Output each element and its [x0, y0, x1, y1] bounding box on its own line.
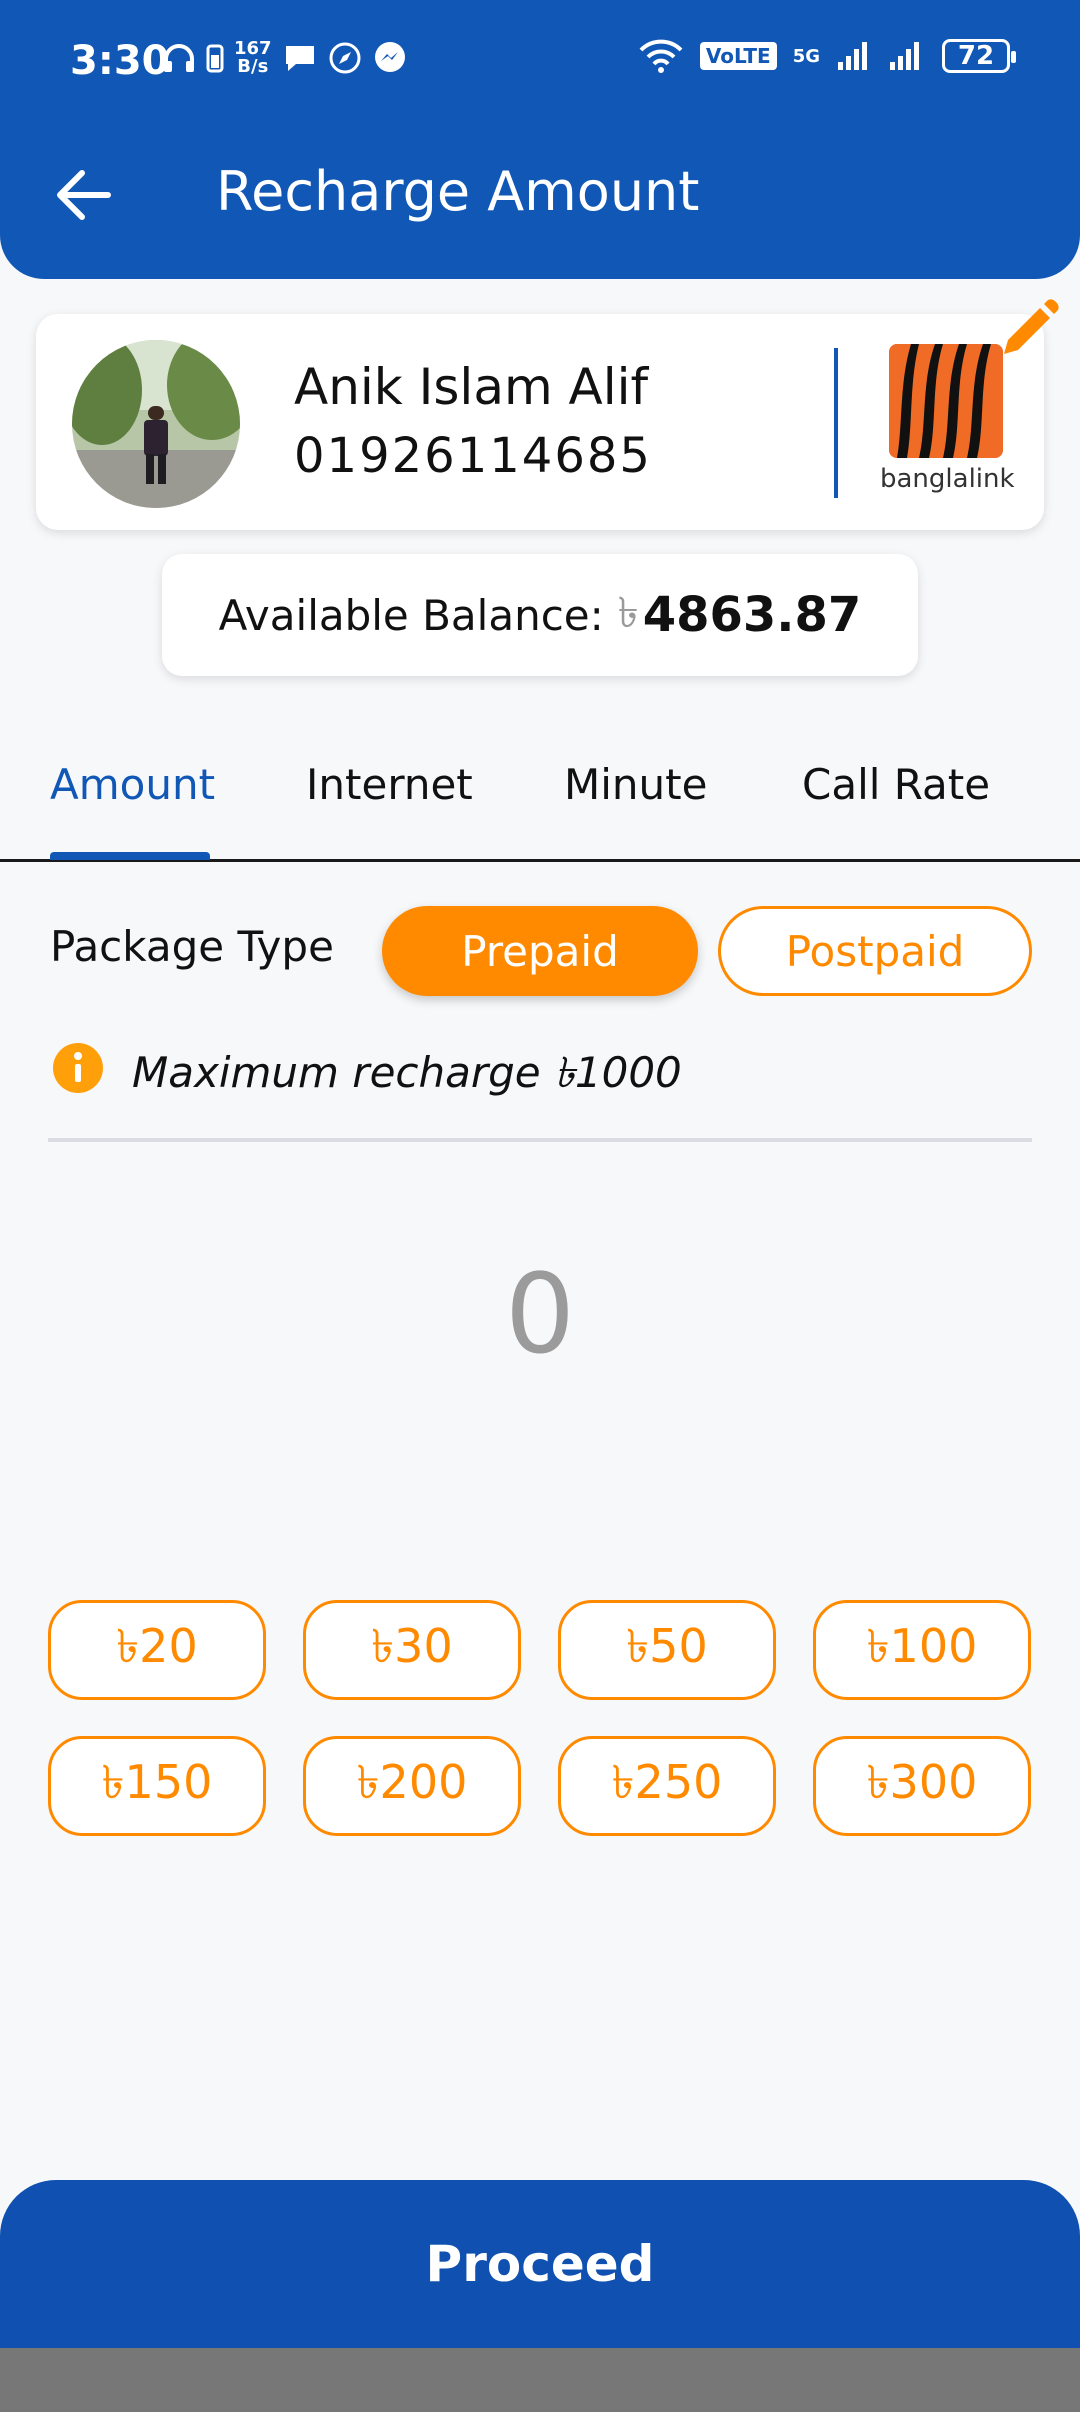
balance-amount: 4863.87: [642, 587, 862, 643]
tab-amount[interactable]: Amount: [50, 760, 215, 809]
messenger-icon: [374, 42, 405, 72]
edit-pencil-icon[interactable]: [996, 296, 1062, 362]
quick-amount-20[interactable]: ৳20: [48, 1600, 266, 1700]
balance-card: Available Balance: ৳ 4863.87: [162, 554, 918, 676]
quick-amount-100[interactable]: ৳100: [813, 1600, 1031, 1700]
tab-call-rate[interactable]: Call Rate: [802, 760, 990, 809]
system-nav-bar: [0, 2348, 1080, 2412]
chat-icon: [285, 46, 314, 71]
net-speed: 167 B/s: [234, 40, 272, 76]
volte-badge: VoLTE: [699, 42, 777, 70]
operator-name: banglalink: [880, 464, 1015, 494]
network-type: 5G: [792, 45, 820, 67]
package-type-label: Package Type: [50, 922, 334, 971]
battery-small-icon: [206, 44, 224, 73]
net-speed-unit: B/s: [237, 56, 269, 77]
battery-indicator: 72: [942, 39, 1016, 73]
quick-amount-300[interactable]: ৳300: [813, 1736, 1031, 1836]
contact-name: Anik Islam Alif: [294, 358, 649, 416]
quick-amount-30[interactable]: ৳30: [303, 1600, 521, 1700]
info-icon: [53, 1043, 103, 1093]
avatar: [72, 340, 240, 508]
signal-2-icon: [890, 42, 919, 70]
tab-minute[interactable]: Minute: [564, 760, 707, 809]
tab-indicator: [50, 852, 210, 860]
signal-icon: [838, 42, 867, 70]
wifi-icon: [639, 39, 683, 73]
postpaid-button[interactable]: Postpaid: [718, 906, 1032, 996]
headphones-icon: [164, 44, 194, 72]
max-recharge-note: Maximum recharge ৳1000: [132, 1048, 682, 1097]
balance-label: Available Balance:: [218, 590, 604, 640]
quick-amount-250[interactable]: ৳250: [558, 1736, 776, 1836]
compass-icon: [329, 42, 361, 74]
tiger-stripes-icon: [889, 344, 1003, 458]
amount-input[interactable]: 0: [0, 1250, 1080, 1378]
page-title: Recharge Amount: [216, 160, 700, 223]
app-header: 3:30 167 B/s VoLTE 5G 72 Recharge Amount: [0, 0, 1080, 279]
status-bar: 3:30 167 B/s VoLTE 5G 72: [0, 0, 1080, 124]
quick-amount-50[interactable]: ৳50: [558, 1600, 776, 1700]
operator-logo: banglalink: [880, 344, 1015, 504]
tab-internet[interactable]: Internet: [306, 760, 473, 809]
tab-bar: Amount Internet Minute Call Rate: [0, 742, 1080, 862]
quick-amount-150[interactable]: ৳150: [48, 1736, 266, 1836]
contact-card[interactable]: Anik Islam Alif 01926114685 banglalink: [36, 314, 1044, 530]
status-notification-icons: 167 B/s: [162, 40, 408, 76]
prepaid-button[interactable]: Prepaid: [382, 906, 698, 996]
card-divider: [834, 348, 838, 498]
balance-currency: ৳: [617, 587, 639, 637]
quick-amount-200[interactable]: ৳200: [303, 1736, 521, 1836]
status-system-icons: VoLTE 5G 72: [638, 38, 1016, 74]
back-arrow-icon[interactable]: [52, 165, 116, 225]
status-time: 3:30: [70, 38, 170, 84]
contact-number: 01926114685: [294, 428, 652, 484]
divider: [48, 1138, 1032, 1142]
proceed-button[interactable]: Proceed: [0, 2180, 1080, 2348]
